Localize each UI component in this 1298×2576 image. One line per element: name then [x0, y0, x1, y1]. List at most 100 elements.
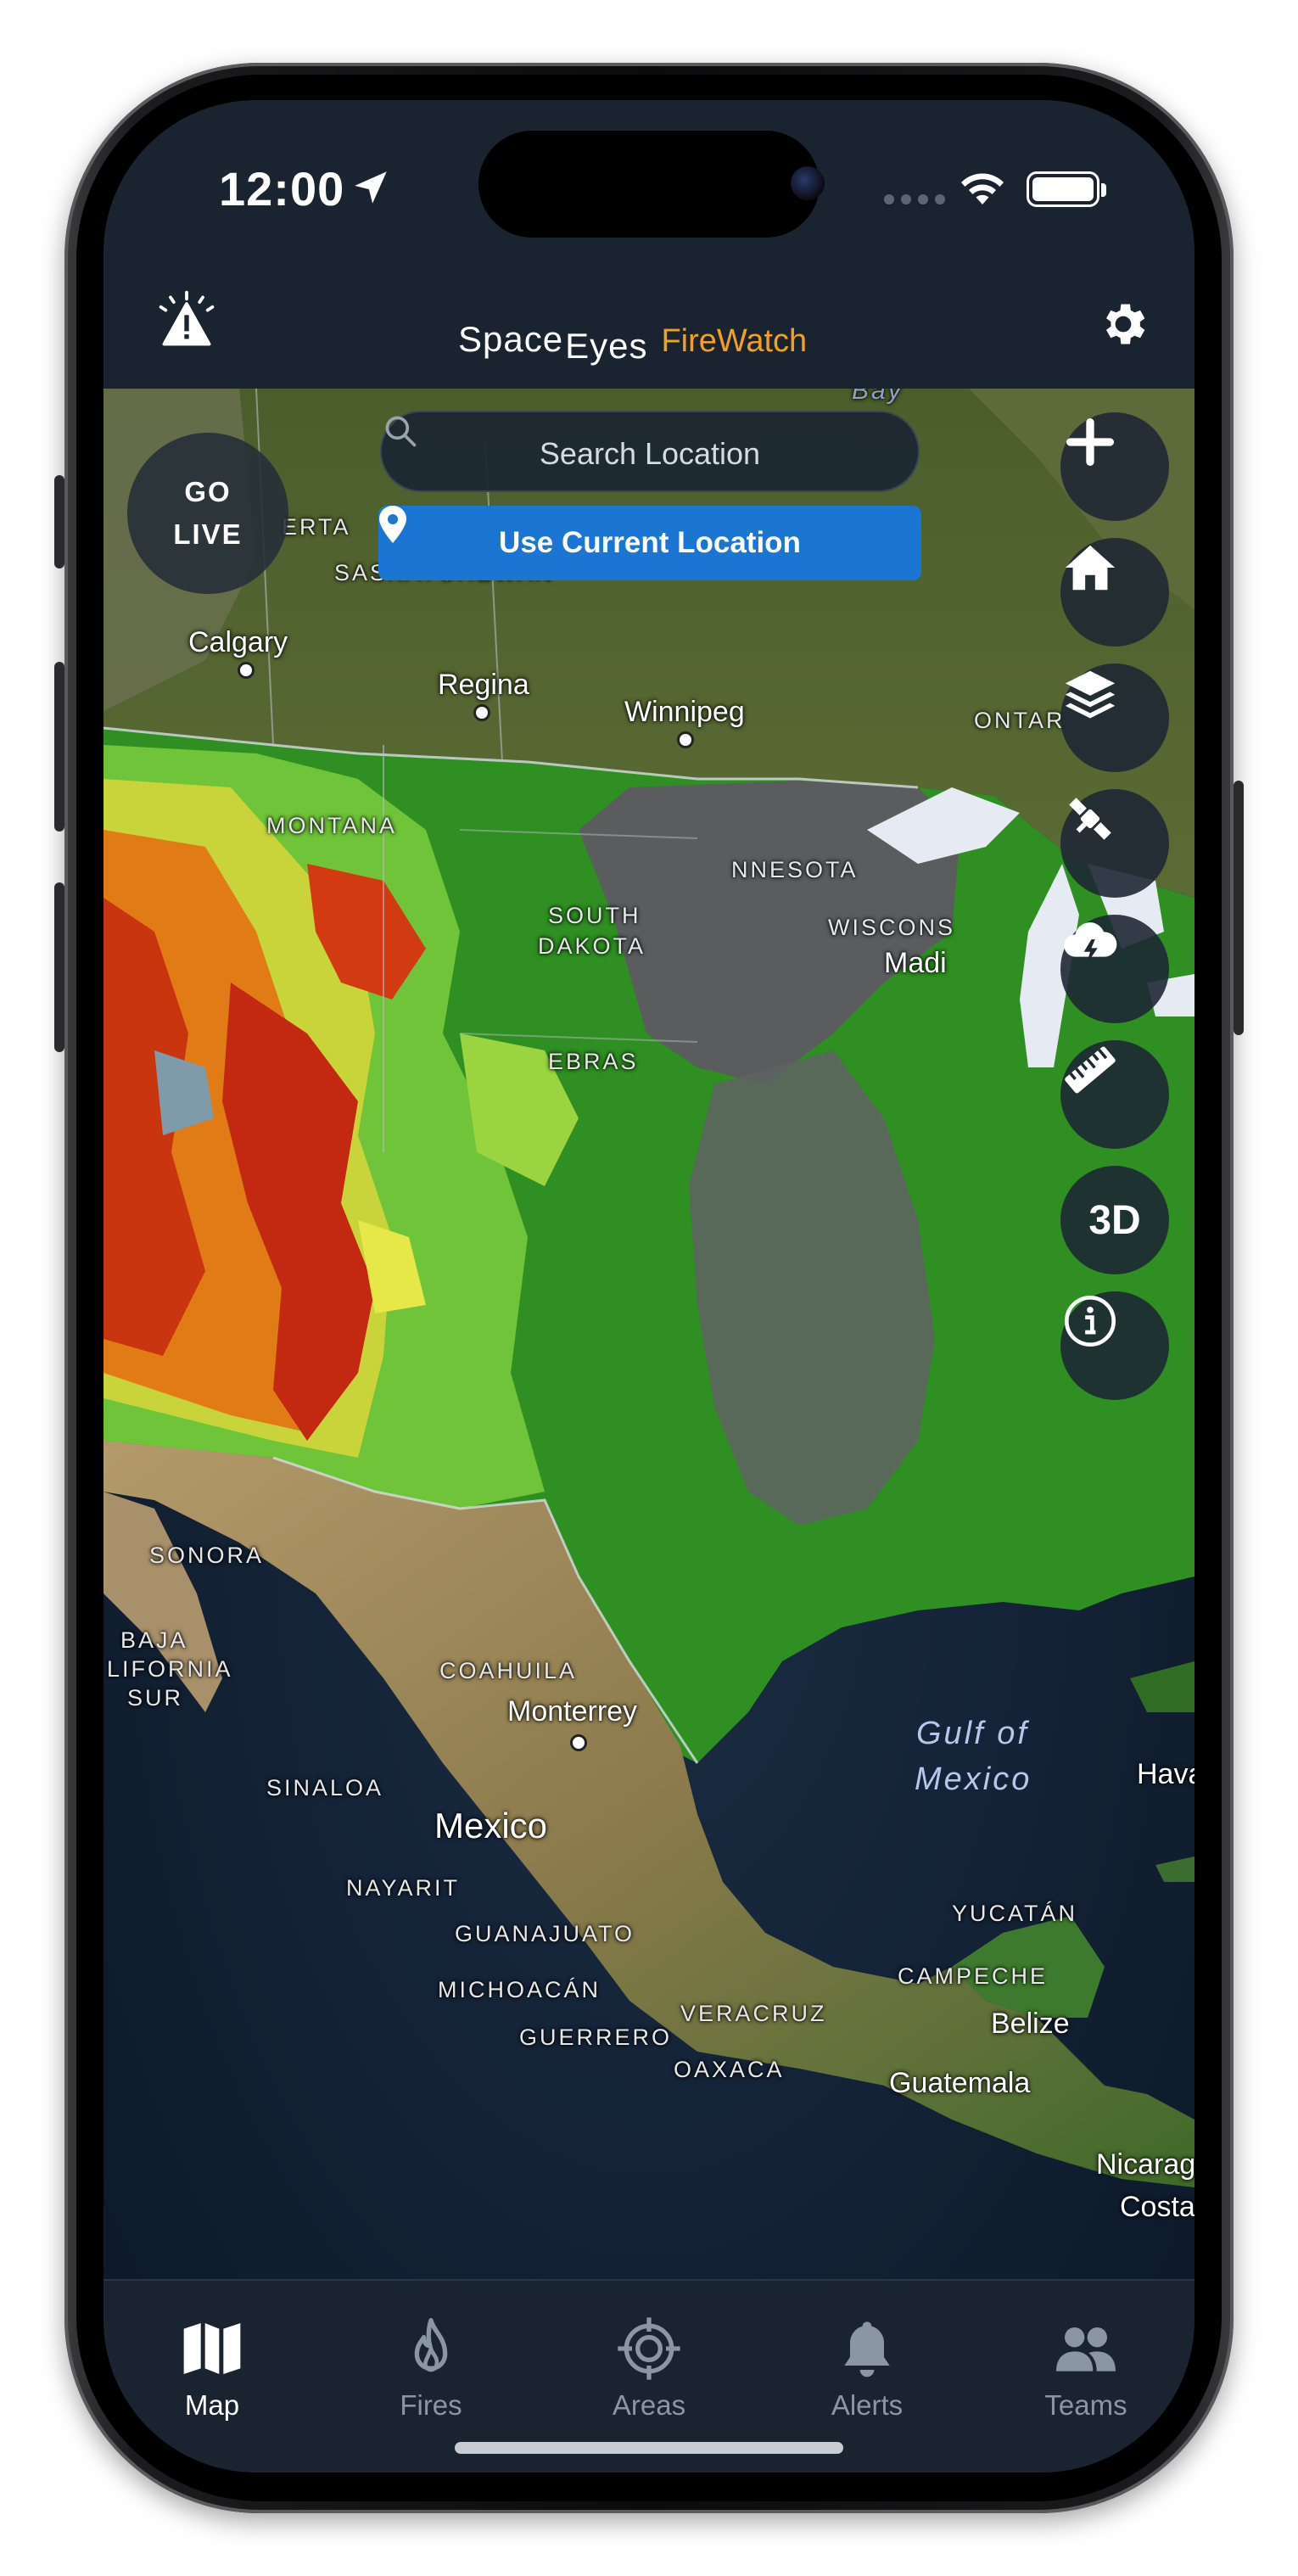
map-label-erta: ERTA [282, 514, 351, 540]
search-location-input[interactable]: Search Location [380, 411, 920, 492]
location-arrow-icon [355, 171, 387, 204]
team-icon [1056, 2327, 1116, 2372]
map-label-nicaragua: Nicarag [1096, 2148, 1194, 2181]
volume-down-button [54, 882, 64, 1052]
map-label-baja-1: BAJA [120, 1627, 188, 1653]
map-label-nayarit: NAYARIT [346, 1875, 461, 1901]
battery-icon [1027, 171, 1099, 207]
app-logo: Space Eyes FireWatch [458, 292, 808, 366]
plus-icon [1066, 418, 1114, 466]
home-icon [1065, 545, 1116, 591]
tab-teams-label: Teams [1044, 2389, 1127, 2421]
map-label-minnesota: NNESOTA [731, 857, 859, 882]
map-label-veracruz: VERACRUZ [680, 2001, 827, 2026]
logo-eyes-text: Eyes [565, 326, 648, 366]
status-bar: 12:00 [104, 100, 1194, 270]
power-button [1234, 781, 1244, 1035]
map-label-guatemala: Guatemala [889, 2067, 1031, 2099]
volume-up-button [54, 662, 64, 832]
app-header: Space Eyes FireWatch [104, 270, 1194, 389]
info-button[interactable] [1060, 1291, 1169, 1400]
tab-teams[interactable]: Teams [1001, 2315, 1171, 2422]
satellite-icon [1069, 798, 1111, 840]
tab-alerts-label: Alerts [831, 2389, 904, 2421]
map-label-sonora: SONORA [149, 1543, 265, 1568]
info-icon [1064, 1295, 1116, 1347]
logo-space-text: Space [458, 319, 564, 359]
map-label-campeche: CAMPECHE [898, 1963, 1049, 1989]
camera-icon [791, 166, 825, 200]
bell-icon [844, 2321, 890, 2377]
use-current-location-label: Use Current Location [499, 526, 801, 559]
flame-icon [414, 2318, 448, 2372]
action-button [54, 475, 64, 568]
map-label-costa-rica: Costa [1120, 2191, 1194, 2223]
map-label-south: SOUTH [548, 903, 641, 928]
city-dot-regina [473, 704, 490, 721]
3d-toggle-button[interactable]: 3D [1060, 1166, 1169, 1274]
tab-areas[interactable]: Areas [564, 2315, 734, 2422]
gear-icon[interactable] [1096, 297, 1150, 351]
cellular-signal-icon [884, 193, 952, 209]
alert-warning-icon[interactable] [154, 290, 219, 350]
go-live-line1: GO [184, 476, 232, 507]
cloud-lightning-icon [1064, 922, 1117, 965]
layers-icon [1065, 670, 1116, 719]
satellite-button[interactable] [1060, 789, 1169, 898]
status-time: 12:00 [219, 162, 345, 216]
zoom-in-button[interactable] [1060, 412, 1169, 521]
layers-button[interactable] [1060, 664, 1169, 772]
map-label-havana: Hava [1137, 1758, 1194, 1790]
city-dot-monterrey [570, 1734, 587, 1751]
map-label-guerrero: GUERRERO [519, 2024, 673, 2050]
tab-areas-label: Areas [612, 2389, 686, 2421]
map-label-yucatan: YUCATÁN [952, 1901, 1078, 1926]
wifi-icon [961, 173, 1004, 204]
location-pin-icon [379, 506, 406, 543]
search-placeholder: Search Location [539, 436, 761, 471]
city-dot-winnipeg [677, 731, 694, 748]
map-label-coahuila: COAHUILA [439, 1658, 578, 1683]
map-label-baja-3: SUR [127, 1685, 184, 1711]
map-label-nebraska: EBRAS [548, 1049, 639, 1074]
home-button[interactable] [1060, 538, 1169, 647]
logo-firewatch-text: FireWatch [661, 323, 808, 359]
map-label-gulf-of: Gulf of [916, 1716, 1029, 1751]
tab-map[interactable]: Map [127, 2315, 297, 2422]
tab-fires-label: Fires [400, 2389, 462, 2421]
map-label-regina: Regina [438, 669, 529, 701]
city-dot-calgary [238, 662, 255, 679]
tab-fires[interactable]: Fires [346, 2315, 516, 2422]
3d-label: 3D [1088, 1197, 1141, 1243]
measure-button[interactable] [1060, 1040, 1169, 1149]
map-label-monterrey: Monterrey [507, 1695, 638, 1728]
home-indicator[interactable] [455, 2442, 843, 2454]
map-label-baja-2: LIFORNIA [107, 1656, 233, 1682]
map-label-mexico: Mexico [434, 1806, 548, 1845]
map-label-madison: Madi [884, 947, 947, 979]
map-label-sinaloa: SINALOA [266, 1775, 384, 1800]
battery-tip [1101, 183, 1106, 197]
tab-map-label: Map [184, 2389, 240, 2421]
weather-lightning-button[interactable] [1060, 915, 1169, 1023]
use-current-location-button[interactable]: Use Current Location [378, 506, 921, 580]
map-label-calgary: Calgary [188, 626, 288, 658]
map-label-michoacan: MICHOACÁN [438, 1977, 601, 2002]
go-live-line2: LIVE [173, 518, 243, 550]
map-label-dakota: DAKOTA [538, 933, 646, 959]
map-label-ontario: ONTAR [974, 708, 1066, 733]
map-label-gulf-mexico: Mexico [915, 1761, 1032, 1797]
map-label-wisconsin: WISCONS [828, 915, 956, 940]
satellite-map [104, 389, 1194, 2279]
dynamic-island [478, 131, 820, 238]
map-label-montana: MONTANA [266, 813, 397, 838]
map-label-guanajuato: GUANAJUATO [455, 1921, 635, 1946]
map-label-bay: Bay [852, 389, 904, 405]
tab-alerts[interactable]: Alerts [782, 2315, 952, 2422]
ruler-icon [1065, 1046, 1116, 1094]
map-view[interactable]: Bay ERTA SASKATCHEWAN Calgary Regina Win… [104, 389, 1194, 2279]
go-live-button[interactable]: GO LIVE [127, 433, 288, 594]
map-label-belize: Belize [991, 2008, 1070, 2040]
map-label-oaxaca: OAXACA [674, 2057, 785, 2082]
target-icon [618, 2317, 680, 2380]
